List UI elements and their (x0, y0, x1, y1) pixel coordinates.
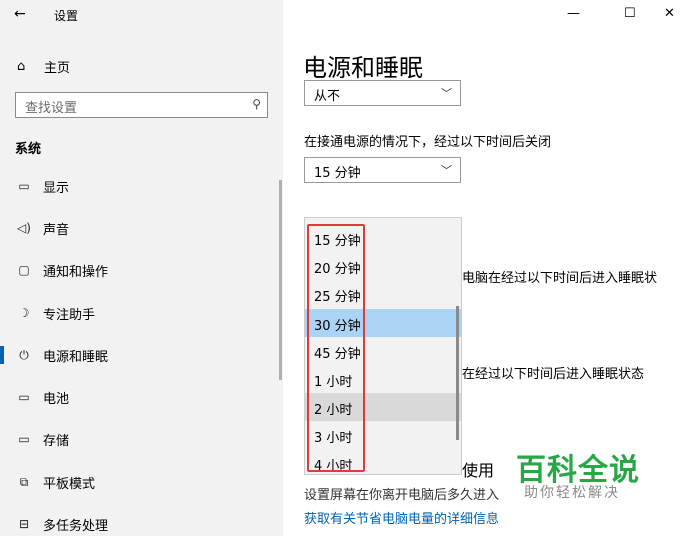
dropdown-option-hover[interactable]: 2 小时 (305, 393, 461, 421)
search-icon[interactable]: ⚲ (252, 97, 261, 111)
moon-icon: ☽ (18, 306, 30, 320)
minimize-icon[interactable]: — (567, 6, 580, 21)
section-title-system: 系统 (15, 142, 42, 157)
sidebar-scrollbar[interactable] (279, 180, 282, 380)
dropdown-option[interactable]: 15 分钟 (305, 224, 461, 252)
sleep-time-dropdown[interactable]: 15 分钟 20 分钟 25 分钟 30 分钟 45 分钟 1 小时 2 小时 … (304, 217, 462, 475)
maximize-icon[interactable]: ☐ (624, 6, 636, 21)
sidebar-item-label: 多任务处理 (43, 518, 109, 534)
dropdown-option[interactable]: 20 分钟 (305, 252, 461, 280)
screen-timeout-desc: 设置屏幕在你离开电脑后多久进入 (304, 488, 500, 503)
storage-icon: ▭ (18, 432, 30, 446)
sidebar-item-storage[interactable]: ▭ 存储 (0, 421, 283, 457)
page-title: 电源和睡眠 (303, 54, 423, 82)
app-title: 设置 (54, 9, 79, 23)
tablet-icon: ⧉ (19, 474, 29, 489)
main-panel: — ☐ ✕ 电源和睡眠 从不 ﹀ 在接通电源的情况下，经过以下时间后关闭 15 … (283, 0, 692, 536)
nav-home-label: 主页 (44, 60, 71, 76)
dropdown-option[interactable]: 45 分钟 (305, 337, 461, 365)
dropdown-option[interactable]: 1 小时 (305, 365, 461, 393)
chevron-down-icon: ﹀ (441, 164, 452, 177)
dropdown-option[interactable]: 4 小时 (305, 449, 461, 477)
sidebar-item-label: 声音 (43, 222, 70, 238)
screen-battery-combo[interactable]: 从不 ﹀ (304, 80, 461, 106)
sidebar-item-sound[interactable]: ◁) 声音 (0, 210, 283, 246)
sidebar-item-label: 存储 (43, 433, 70, 449)
screen-plugged-combo[interactable]: 15 分钟 ﹀ (304, 157, 461, 183)
combo-value: 15 分钟 (314, 166, 361, 181)
dropdown-option-selected[interactable]: 30 分钟 (305, 309, 461, 337)
sidebar-item-label: 电源和睡眠 (43, 349, 109, 365)
sidebar-item-label: 专注助手 (43, 307, 96, 323)
dropdown-option[interactable]: 25 分钟 (305, 280, 461, 308)
sidebar-item-power-sleep[interactable]: ⏻ 电源和睡眠 (0, 337, 283, 373)
sidebar-item-label: 通知和操作 (43, 264, 109, 280)
close-icon[interactable]: ✕ (664, 6, 675, 21)
sidebar-item-label: 平板模式 (43, 476, 96, 492)
back-arrow-icon[interactable]: ← (14, 6, 26, 22)
sleep-plugged-label: 在经过以下时间后进入睡眠状态 (462, 367, 645, 382)
sleep-battery-label: 电脑在经过以下时间后进入睡眠状 (462, 271, 658, 286)
dropdown-option[interactable]: 3 小时 (305, 421, 461, 449)
search-placeholder: 查找设置 (25, 101, 78, 116)
sidebar: ← 设置 ⌂ 主页 查找设置 ⚲ 系统 ▭ 显示 ◁) 声音 ▢ 通知和操作 ☽… (0, 0, 283, 536)
dropdown-scrollbar[interactable] (456, 306, 459, 440)
home-icon: ⌂ (17, 58, 26, 74)
battery-icon: ▭ (18, 390, 30, 404)
screen-plugged-label: 在接通电源的情况下，经过以下时间后关闭 (304, 135, 552, 150)
chevron-down-icon: ﹀ (441, 87, 452, 100)
search-input[interactable]: 查找设置 ⚲ (15, 92, 268, 118)
sidebar-item-tablet-mode[interactable]: ⧉ 平板模式 (0, 464, 283, 500)
sidebar-item-label: 电池 (43, 391, 70, 407)
sidebar-item-battery[interactable]: ▭ 电池 (0, 379, 283, 415)
section-heading-partial: 使用 (462, 461, 495, 480)
sidebar-item-display[interactable]: ▭ 显示 (0, 168, 283, 204)
multitask-icon: ⊟ (18, 517, 30, 531)
sidebar-item-multitasking[interactable]: ⊟ 多任务处理 (0, 506, 283, 542)
combo-value: 从不 (314, 89, 341, 104)
watermark-tagline: 助你轻松解决 (524, 485, 620, 501)
power-info-link[interactable]: 获取有关节省电脑电量的详细信息 (304, 508, 499, 527)
power-icon: ⏻ (19, 347, 29, 362)
speaker-icon: ◁) (17, 221, 31, 235)
sidebar-item-focus-assist[interactable]: ☽ 专注助手 (0, 295, 283, 331)
sidebar-item-notifications[interactable]: ▢ 通知和操作 (0, 252, 283, 288)
notification-icon: ▢ (18, 263, 30, 277)
monitor-icon: ▭ (18, 179, 30, 193)
sidebar-item-label: 显示 (43, 180, 70, 196)
nav-home[interactable]: ⌂ 主页 (17, 56, 70, 76)
